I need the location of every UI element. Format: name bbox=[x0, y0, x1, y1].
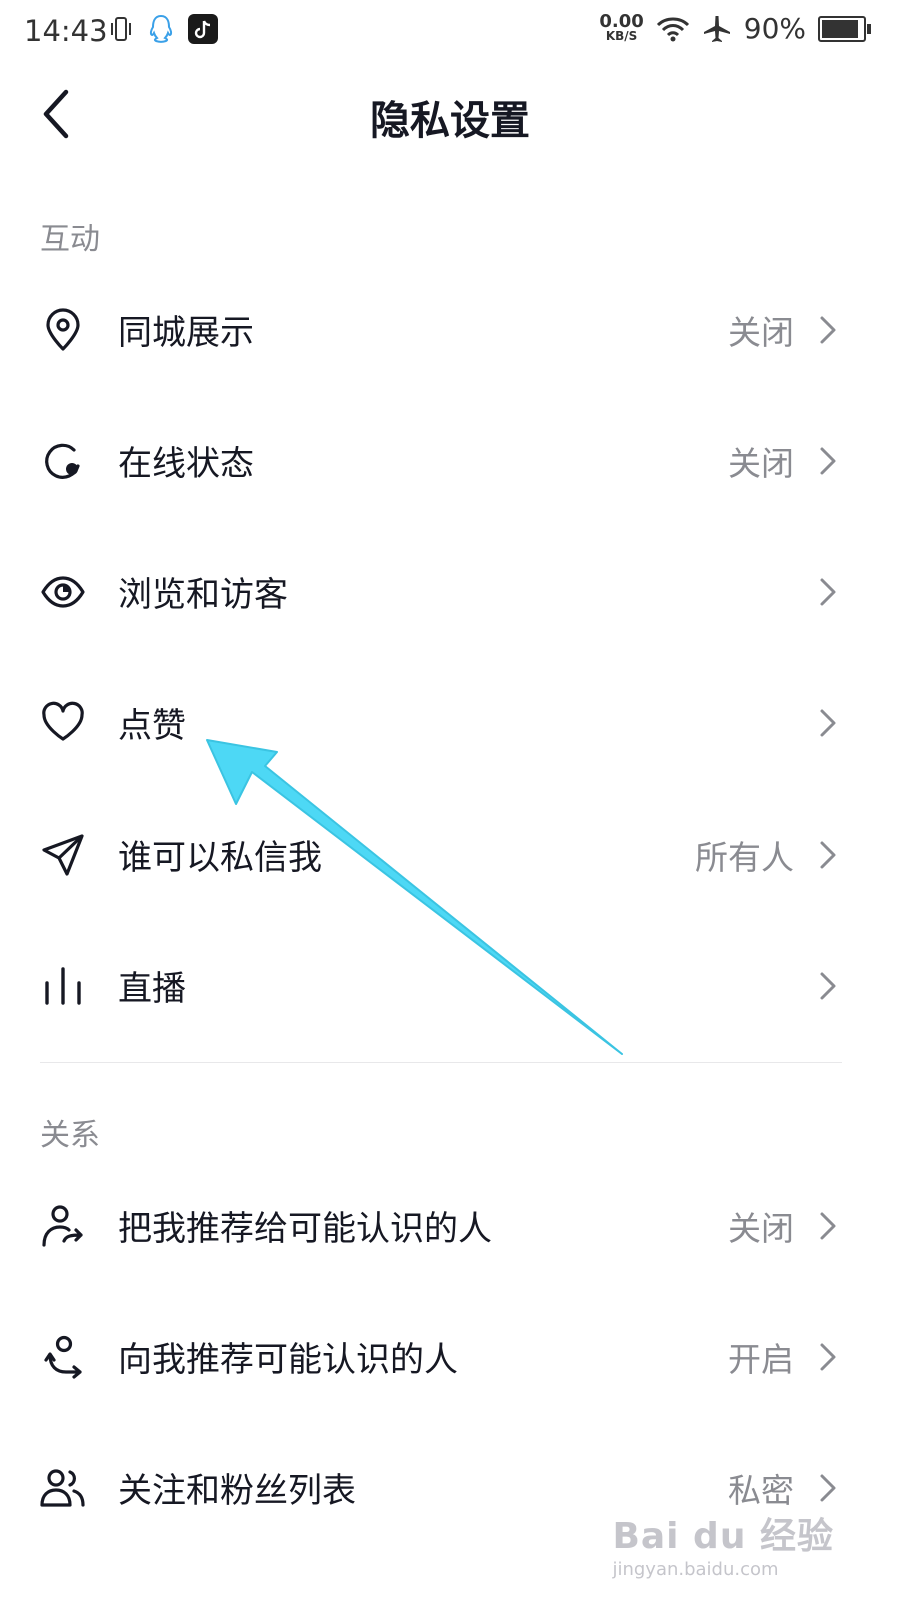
setting-label: 谁可以私信我 bbox=[118, 838, 322, 878]
chevron-right-icon bbox=[820, 709, 836, 736]
battery-percent: 90% bbox=[743, 12, 806, 45]
setting-label: 向我推荐可能认识的人 bbox=[118, 1340, 458, 1380]
tiktok-app-icon bbox=[188, 14, 218, 44]
setting-value: 所有人 bbox=[695, 837, 794, 877]
setting-value: 开启 bbox=[728, 1339, 794, 1379]
eye-icon bbox=[40, 569, 86, 615]
setting-label: 把我推荐给可能认识的人 bbox=[118, 1209, 492, 1249]
users-icon bbox=[40, 1465, 86, 1511]
live-bars-icon bbox=[40, 963, 86, 1009]
status-left-icons bbox=[108, 14, 218, 44]
setting-label: 在线状态 bbox=[118, 444, 254, 484]
status-bar: 14:43 0.00 KB/S 90% bbox=[0, 0, 900, 64]
setting-label: 关注和粉丝列表 bbox=[118, 1471, 356, 1511]
battery-icon bbox=[818, 15, 871, 42]
net-speed: 0.00 KB/S bbox=[599, 10, 644, 43]
setting-label: 点赞 bbox=[118, 706, 186, 746]
setting-row-live[interactable]: 直播 bbox=[0, 920, 900, 1051]
setting-row-local-display[interactable]: 同城展示 关闭 bbox=[0, 264, 900, 395]
watermark-sub: jingyan.baidu.com bbox=[612, 1559, 779, 1580]
section-header-interaction: 互动 bbox=[40, 222, 100, 257]
chevron-right-icon bbox=[820, 1343, 836, 1370]
net-speed-value: 0.00 bbox=[599, 10, 644, 32]
setting-value: 关闭 bbox=[728, 312, 794, 352]
section-divider bbox=[40, 1062, 842, 1063]
setting-row-browse-visitors[interactable]: 浏览和访客 bbox=[0, 526, 900, 657]
airplane-mode-icon bbox=[703, 15, 730, 42]
watermark-main: Bai du 经验 bbox=[612, 1516, 834, 1557]
chevron-right-icon bbox=[820, 447, 836, 474]
paper-plane-icon bbox=[40, 832, 86, 878]
online-status-icon bbox=[40, 438, 86, 484]
chevron-right-icon bbox=[820, 316, 836, 343]
chevron-right-icon bbox=[820, 841, 836, 868]
location-pin-icon bbox=[40, 307, 86, 353]
qq-icon bbox=[149, 14, 173, 43]
chevron-right-icon bbox=[820, 1212, 836, 1239]
vibrate-icon bbox=[111, 17, 131, 41]
setting-label: 直播 bbox=[118, 969, 186, 1009]
setting-row-recommend-to-me[interactable]: 向我推荐可能认识的人 开启 bbox=[0, 1291, 900, 1422]
setting-value: 关闭 bbox=[728, 443, 794, 483]
setting-row-who-can-message[interactable]: 谁可以私信我 所有人 bbox=[0, 789, 900, 920]
setting-label: 同城展示 bbox=[118, 313, 254, 353]
setting-row-online-status[interactable]: 在线状态 关闭 bbox=[0, 395, 900, 526]
watermark: Bai du 经验 jingyan.baidu.com bbox=[612, 1507, 834, 1580]
user-swap-icon bbox=[40, 1334, 86, 1380]
chevron-right-icon bbox=[820, 1474, 836, 1501]
nav-bar: 隐私设置 bbox=[0, 64, 900, 164]
setting-row-likes[interactable]: 点赞 bbox=[0, 657, 900, 788]
setting-value: 关闭 bbox=[728, 1208, 794, 1248]
user-share-icon bbox=[40, 1203, 86, 1249]
chevron-right-icon bbox=[820, 972, 836, 999]
section-header-relations: 关系 bbox=[40, 1118, 100, 1153]
wifi-icon bbox=[656, 17, 689, 41]
setting-value: 私密 bbox=[728, 1470, 794, 1510]
status-time: 14:43 bbox=[24, 14, 108, 48]
heart-icon bbox=[40, 700, 86, 746]
setting-row-recommend-me[interactable]: 把我推荐给可能认识的人 关闭 bbox=[0, 1160, 900, 1291]
status-right: 0.00 KB/S 90% bbox=[599, 10, 871, 45]
setting-label: 浏览和访客 bbox=[118, 575, 288, 615]
page-title: 隐私设置 bbox=[370, 98, 530, 144]
chevron-right-icon bbox=[820, 578, 836, 605]
net-speed-unit: KB/S bbox=[605, 28, 638, 43]
